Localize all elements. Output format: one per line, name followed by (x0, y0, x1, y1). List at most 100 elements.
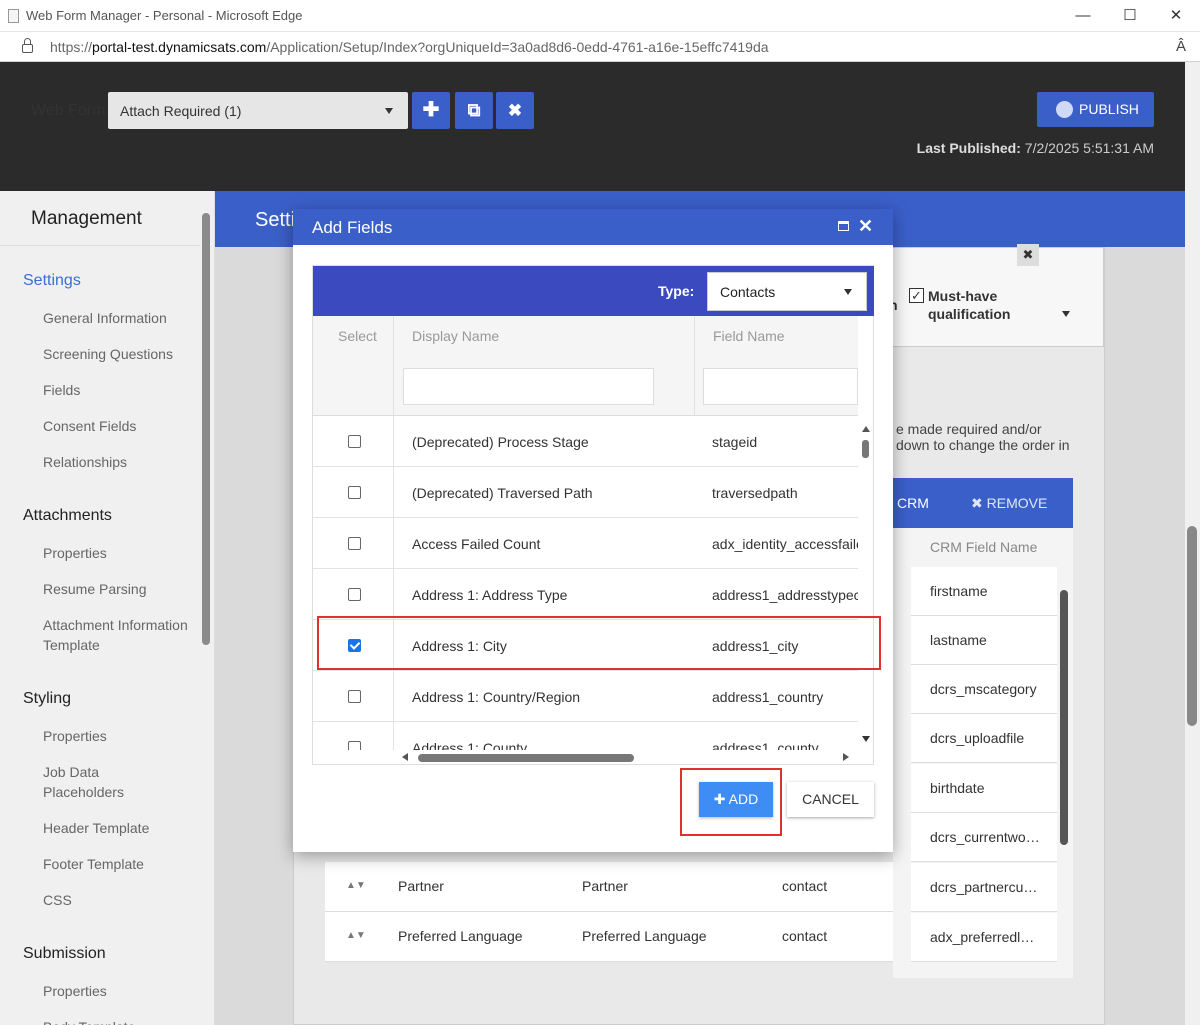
row-field-name: stageid (712, 434, 758, 450)
grid-row[interactable]: (Deprecated) Traversed Path traversedpath (313, 467, 858, 518)
grid-header: Select Display Name Field Name (313, 316, 858, 416)
sidebar-item-consent-fields[interactable]: Consent Fields (43, 416, 136, 436)
scroll-thumb[interactable] (418, 754, 634, 762)
table-row[interactable]: ▲▼ Preferred Language Preferred Language… (325, 912, 893, 962)
sidebar-item-general-information[interactable]: General Information (43, 308, 167, 328)
must-have-checkbox[interactable]: ✓ (909, 288, 924, 303)
sidebar-item-footer-template[interactable]: Footer Template (43, 854, 144, 874)
table-row[interactable]: adx_preferredl… (911, 913, 1057, 962)
minimize-button[interactable]: — (1072, 5, 1094, 27)
chevron-down-icon (1062, 311, 1070, 317)
page-icon (8, 9, 19, 23)
table-row[interactable]: firstname (911, 567, 1057, 616)
table-row[interactable]: dcrs_partnercu… (911, 863, 1057, 912)
close-window-button[interactable]: ✕ (1165, 5, 1187, 27)
grid-horizontal-scrollbar[interactable] (313, 750, 858, 765)
globe-icon (1056, 101, 1073, 118)
table-row[interactable]: birthdate (911, 764, 1057, 813)
col-display-name[interactable]: Display Name (412, 328, 499, 344)
display-name-filter[interactable] (403, 368, 654, 405)
scroll-down-icon[interactable] (862, 736, 870, 742)
chevron-down-icon (844, 289, 852, 295)
sidebar-section-styling[interactable]: Styling (23, 690, 71, 708)
sidebar-item-attachment-properties[interactable]: Properties (43, 543, 107, 563)
sidebar-item-attachment-template[interactable]: Attachment Information Template (43, 615, 193, 655)
table-row[interactable]: dcrs_uploadfile (911, 714, 1057, 763)
field-name-filter[interactable] (703, 368, 858, 405)
dialog-titlebar: Add Fields ✕ (293, 209, 893, 245)
sidebar-section-settings[interactable]: Settings (23, 272, 81, 290)
row-checkbox[interactable] (348, 690, 361, 703)
table-row[interactable]: lastname (911, 616, 1057, 665)
close-icon[interactable]: ✖ (1017, 244, 1039, 266)
row-checkbox[interactable] (348, 741, 361, 750)
row-checkbox[interactable] (348, 435, 361, 448)
web-form-label: Web Form: (31, 102, 110, 119)
divider (0, 245, 200, 246)
col-field-name[interactable]: Field Name (713, 328, 785, 344)
window-titlebar: Web Form Manager - Personal - Microsoft … (0, 0, 1200, 32)
sidebar-item-submission-properties[interactable]: Properties (43, 981, 107, 1001)
add-form-button[interactable]: ✚ (412, 92, 450, 129)
delete-form-button[interactable]: ✖ (496, 92, 534, 129)
sidebar-item-header-template[interactable]: Header Template (43, 818, 149, 838)
close-icon[interactable]: ✕ (858, 216, 873, 237)
publish-button[interactable]: PUBLISH (1037, 92, 1154, 127)
sidebar-item-job-data-placeholders[interactable]: Job Data Placeholders (43, 762, 163, 802)
row-display-name: Address 1: County (412, 740, 528, 750)
sidebar-item-css[interactable]: CSS (43, 890, 72, 910)
sidebar-item-styling-properties[interactable]: Properties (43, 726, 107, 746)
sidebar-item-screening-questions[interactable]: Screening Questions (43, 344, 173, 364)
row-field-name: address1_country (712, 689, 824, 705)
sidebar-section-attachments[interactable]: Attachments (23, 507, 112, 525)
table-row[interactable]: dcrs_currentwo… (911, 813, 1057, 862)
grid-row[interactable]: Access Failed Count adx_identity_accessfa… (313, 518, 858, 569)
table-row[interactable]: ▲▼ Partner Partner contact (325, 862, 893, 912)
row-checkbox[interactable] (348, 486, 361, 499)
sidebar-item-resume-parsing[interactable]: Resume Parsing (43, 579, 147, 599)
crm-field-header: CRM Field Name (930, 539, 1038, 555)
url-text[interactable]: https://portal-test.dynamicsats.com/Appl… (50, 39, 769, 55)
help-text: e made required and/or down to change the… (896, 421, 1070, 453)
drag-handle-icon[interactable]: ▲▼ (346, 880, 366, 891)
table-scrollbar[interactable] (1060, 590, 1068, 845)
address-bar[interactable]: https://portal-test.dynamicsats.com/Appl… (0, 32, 1200, 62)
highlight-selected-row (317, 616, 881, 670)
grid-row[interactable]: (Deprecated) Process Stage stageid (313, 416, 858, 467)
maximize-icon[interactable] (838, 221, 849, 231)
scroll-thumb[interactable] (1187, 526, 1197, 726)
drag-handle-icon[interactable]: ▲▼ (346, 930, 366, 941)
sidebar-item-relationships[interactable]: Relationships (43, 452, 127, 472)
row-checkbox[interactable] (348, 588, 361, 601)
copy-icon: ⧉ (467, 100, 481, 120)
row-label: Preferred Language (582, 928, 707, 944)
row-display-name: Access Failed Count (412, 536, 541, 552)
maximize-button[interactable]: ☐ (1119, 5, 1141, 27)
table-row[interactable]: dcrs_mscategory (911, 665, 1057, 714)
sidebar-item-body-template[interactable]: Body Template (43, 1017, 135, 1025)
read-aloud-icon[interactable]: Â (1176, 38, 1186, 55)
grid-vertical-scrollbar[interactable] (859, 426, 874, 746)
divider (393, 316, 394, 416)
cancel-button[interactable]: CANCEL (787, 782, 874, 817)
page-scrollbar[interactable] (1185, 62, 1200, 1025)
sidebar-scrollbar[interactable] (202, 213, 210, 645)
grid-row[interactable]: Address 1: Country/Region address1_countr… (313, 671, 858, 722)
scroll-right-icon[interactable] (843, 753, 849, 761)
must-have-label: Must-have qualification (928, 288, 1011, 322)
copy-form-button[interactable]: ⧉ (455, 92, 493, 129)
scroll-thumb[interactable] (862, 440, 869, 458)
scroll-left-icon[interactable] (402, 753, 408, 761)
sidebar-item-fields[interactable]: Fields (43, 380, 80, 400)
sidebar-section-submission[interactable]: Submission (23, 945, 106, 963)
add-crm-button[interactable]: CRM (897, 495, 929, 511)
grid-row[interactable]: Address 1: Address Type address1_addresst… (313, 569, 858, 620)
web-form-select[interactable]: Attach Required (1) (108, 92, 408, 129)
fields-table-left: ▲▼ Partner Partner contact ▲▼ Preferred … (325, 862, 893, 962)
type-select[interactable]: Contacts (707, 272, 867, 311)
remove-button[interactable]: ✖ REMOVE (971, 495, 1047, 512)
scroll-up-icon[interactable] (862, 426, 870, 432)
row-checkbox[interactable] (348, 537, 361, 550)
grid-row[interactable]: Address 1: County address1_county (313, 722, 858, 750)
plus-icon: ✚ (422, 99, 440, 121)
